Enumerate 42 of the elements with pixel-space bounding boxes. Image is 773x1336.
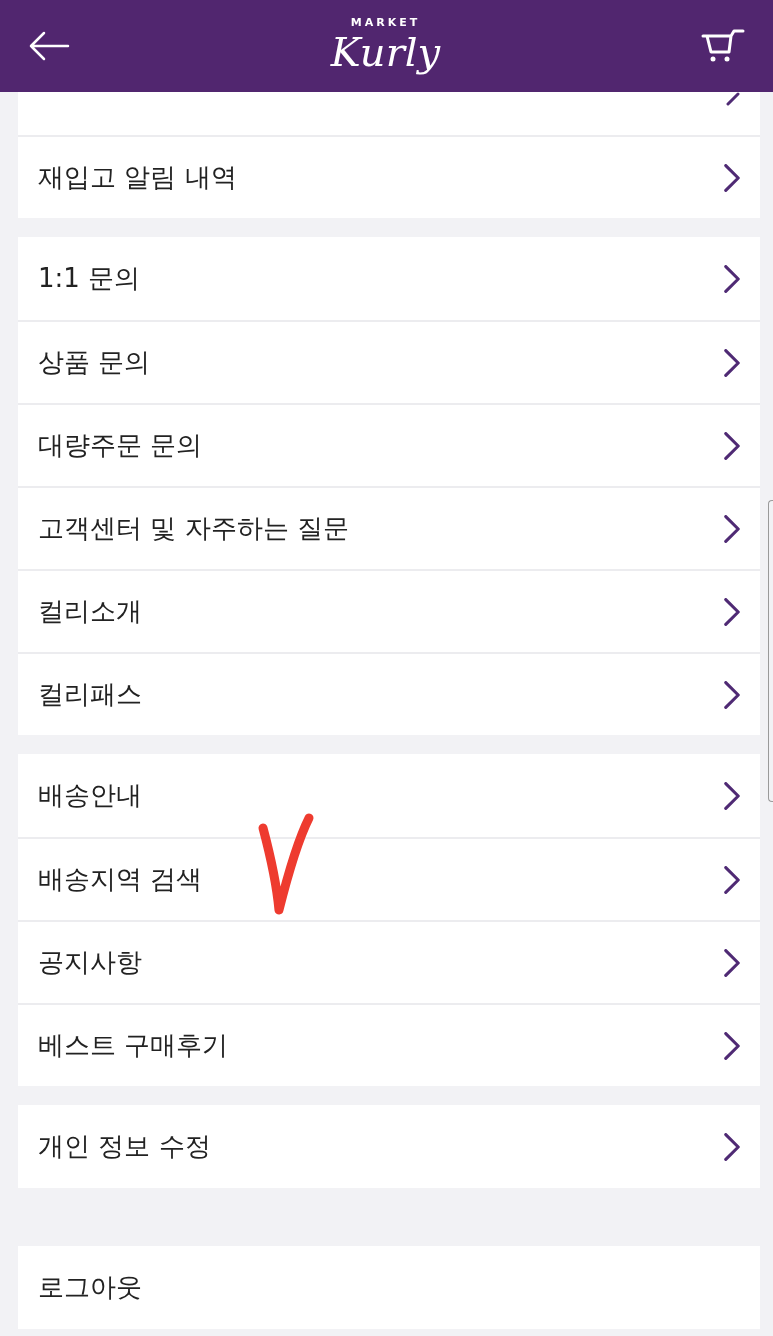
menu-item[interactable]: 배송안내 xyxy=(18,754,760,837)
chevron-right-icon xyxy=(724,348,740,377)
menu-label: 공지사항 xyxy=(38,946,142,979)
menu-label: 배송지역 검색 xyxy=(38,863,203,896)
menu-label: 베스트 구매후기 xyxy=(38,1029,229,1062)
cart-icon[interactable] xyxy=(701,28,745,64)
menu-label: 컬리패스 xyxy=(38,678,142,711)
menu-item[interactable]: 컬리소개 xyxy=(18,569,760,652)
menu-item[interactable]: 대량주문 문의 xyxy=(18,403,760,486)
menu-label: 고객센터 및 자주하는 질문 xyxy=(38,512,349,545)
menu-item[interactable]: 베스트 구매후기 xyxy=(18,1003,760,1086)
chevron-right-icon xyxy=(724,514,740,543)
menu-label: 컬리소개 xyxy=(38,595,142,628)
menu-item[interactable]: 배송지역 검색 xyxy=(18,837,760,920)
menu-label: 배송안내 xyxy=(38,779,142,812)
chevron-right-icon xyxy=(724,781,740,810)
menu-label: 상품 문의 xyxy=(38,346,151,379)
logo-caption: MARKET xyxy=(350,16,421,28)
chevron-right-icon xyxy=(724,865,740,894)
menu-label: 로그아웃 xyxy=(38,1271,142,1304)
logo: Kurly xyxy=(330,27,441,76)
menu-label: 1:1 문의 xyxy=(38,262,141,295)
chevron-right-icon[interactable] xyxy=(726,92,740,106)
chevron-right-icon xyxy=(724,431,740,460)
menu-item[interactable]: 로그아웃 xyxy=(18,1246,760,1329)
menu-item[interactable]: 컬리패스 xyxy=(18,652,760,735)
chevron-right-icon xyxy=(724,264,740,293)
menu-label: 재입고 알림 내역 xyxy=(38,161,237,194)
menu-item[interactable]: 상품 문의 xyxy=(18,320,760,403)
chevron-right-icon xyxy=(724,163,740,192)
menu-item[interactable]: 1:1 문의 xyxy=(18,237,760,320)
chevron-right-icon xyxy=(724,1132,740,1161)
menu-item[interactable]: 고객센터 및 자주하는 질문 xyxy=(18,486,760,569)
menu-item[interactable]: 개인 정보 수정 xyxy=(18,1105,760,1188)
menu-label: 개인 정보 수정 xyxy=(38,1130,211,1163)
chevron-right-icon xyxy=(724,680,740,709)
menu-label: 대량주문 문의 xyxy=(38,429,203,462)
chevron-right-icon xyxy=(724,948,740,977)
chevron-right-icon xyxy=(724,597,740,626)
back-arrow-icon[interactable] xyxy=(28,30,70,62)
chevron-right-icon xyxy=(724,1031,740,1060)
menu-item[interactable]: 공지사항 xyxy=(18,920,760,1003)
